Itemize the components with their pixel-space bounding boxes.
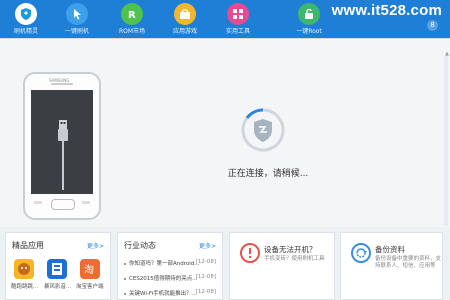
toolbar-item-label: 实用工具 bbox=[225, 28, 250, 35]
toolbar-item-tools[interactable]: 实用工具 bbox=[212, 3, 264, 36]
top-toolbar: 刷机精灵 一键刷机 R ROM市场 应用游戏 实用工具 一键Root www.i… bbox=[0, 0, 450, 38]
phone-speaker bbox=[51, 83, 73, 85]
root-icon bbox=[298, 3, 320, 25]
cannot-boot-card[interactable]: 设备无法开机？ 手机变砖？使用刷机工具 bbox=[229, 232, 335, 300]
toolbar-item-label: 应用游戏 bbox=[172, 28, 197, 35]
cursor-icon bbox=[66, 3, 88, 25]
connection-status-text: 正在连接，请稍候... bbox=[227, 169, 309, 179]
toolbox-icon bbox=[227, 3, 249, 25]
toolbar-item-apps-games[interactable]: 应用游戏 bbox=[159, 3, 211, 36]
connecting-spinner-icon bbox=[241, 108, 285, 152]
featured-apps-panel: 精品应用 更多> 酷跑跳跳... 暴风影音... 淘 淘宝客户端 bbox=[5, 232, 111, 300]
phone-back-key bbox=[82, 201, 90, 204]
svg-text:R: R bbox=[128, 10, 136, 21]
card-description: 备份设备中重要的资料，支持联系人、短信、应用等 bbox=[375, 256, 442, 269]
rom-market-icon: R bbox=[121, 3, 143, 25]
toolbar-item-rom-market[interactable]: R ROM市场 bbox=[106, 3, 158, 36]
panel-title: 精品应用 bbox=[12, 241, 44, 250]
toolbar-item-label: ROM市场 bbox=[118, 28, 146, 35]
scrollbar[interactable] bbox=[444, 56, 448, 226]
watermark-text: www.it528.com bbox=[331, 2, 442, 19]
card-description: 手机变砖？使用刷机工具 bbox=[264, 256, 325, 262]
toolbar-item-label: 一键Root bbox=[296, 28, 322, 35]
toolbar-item-label: 一键刷机 bbox=[64, 28, 89, 35]
toolbar-item-label: 刷机精灵 bbox=[13, 28, 38, 35]
shield-logo-icon bbox=[15, 3, 37, 25]
app-icon-taobao[interactable]: 淘 bbox=[80, 259, 100, 279]
phone-menu-key bbox=[34, 201, 42, 204]
usb-cable-icon bbox=[58, 120, 68, 190]
app-icon-cookie-run[interactable] bbox=[14, 259, 34, 279]
card-title: 备份资料 bbox=[375, 245, 405, 254]
news-date: [12-08] bbox=[195, 274, 216, 280]
phone-illustration: SAMSUNG bbox=[23, 72, 101, 220]
svg-text:淘: 淘 bbox=[84, 263, 94, 276]
app-label: 酷跑跳跳... bbox=[11, 284, 39, 290]
warning-icon bbox=[240, 243, 260, 263]
app-label: 暴风影音... bbox=[44, 284, 72, 290]
app-store-icon bbox=[174, 3, 196, 25]
news-date: [12-08] bbox=[195, 259, 216, 265]
toolbar-item-one-click-flash[interactable]: 一键刷机 bbox=[51, 3, 103, 36]
backup-data-card[interactable]: 备份资料 备份设备中重要的资料，支持联系人、短信、应用等 bbox=[340, 232, 443, 300]
toolbar-item-flash-wizard[interactable]: 刷机精灵 bbox=[0, 3, 52, 36]
app-icon-baofeng[interactable] bbox=[47, 259, 67, 279]
phone-screen bbox=[31, 90, 93, 194]
news-date: [12-08] bbox=[195, 289, 216, 295]
backup-icon bbox=[351, 243, 371, 263]
app-label: 淘宝客户端 bbox=[76, 284, 104, 290]
industry-news-panel: 行业动态 更多> 你知道吗？第一部Android... [12-08] CES2… bbox=[117, 232, 223, 300]
toolbar-item-one-click-root[interactable]: 一键Root bbox=[283, 3, 335, 36]
panel-title: 行业动态 bbox=[124, 241, 156, 250]
more-link[interactable]: 更多> bbox=[199, 241, 216, 250]
more-link[interactable]: 更多> bbox=[87, 241, 104, 250]
card-title: 设备无法开机？ bbox=[264, 245, 317, 254]
phone-home-button bbox=[51, 199, 75, 210]
update-badge[interactable]: 8 bbox=[427, 20, 438, 31]
